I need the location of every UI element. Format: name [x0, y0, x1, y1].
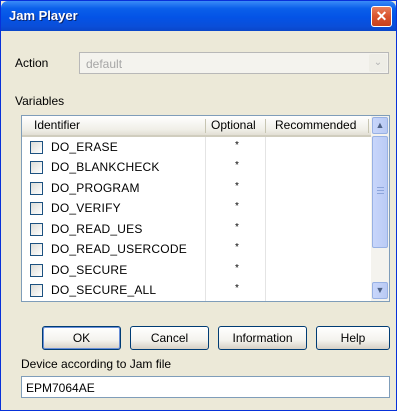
chevron-down-icon[interactable]: ⌄: [369, 54, 387, 72]
help-button[interactable]: Help: [316, 326, 390, 350]
column-divider[interactable]: [205, 119, 206, 133]
listview-header: Identifier Optional Recommended: [22, 116, 371, 137]
optional-cell: *: [235, 181, 239, 192]
row-checkbox[interactable]: [30, 202, 43, 215]
scroll-down-button[interactable]: ▼: [372, 282, 388, 299]
scroll-up-button[interactable]: ▲: [372, 117, 388, 134]
close-icon: ✕: [375, 8, 388, 24]
identifier-cell: DO_SECURE: [51, 263, 128, 277]
identifier-cell: DO_PROGRAM: [51, 181, 140, 195]
row-checkbox[interactable]: [30, 182, 43, 195]
identifier-cell: DO_SECURE_ALL: [51, 283, 157, 297]
column-identifier[interactable]: Identifier: [34, 116, 80, 135]
grip-line: [377, 190, 384, 191]
row-checkbox[interactable]: [30, 264, 43, 277]
list-item[interactable]: DO_VERIFY *: [22, 198, 371, 218]
optional-cell: *: [235, 222, 239, 233]
device-label: Device according to Jam file: [21, 357, 172, 371]
column-divider[interactable]: [265, 119, 266, 133]
identifier-cell: DO_ERASE: [51, 140, 118, 154]
grip-line: [377, 193, 384, 194]
jam-player-dialog: Jam Player ✕ Action default ⌄ Variables …: [0, 0, 397, 411]
arrow-up-icon: ▲: [375, 120, 385, 130]
row-checkbox[interactable]: [30, 141, 43, 154]
optional-cell: *: [235, 201, 239, 212]
list-item[interactable]: DO_READ_USERCODE *: [22, 239, 371, 259]
variables-label: Variables: [15, 94, 65, 108]
row-checkbox[interactable]: [30, 223, 43, 236]
identifier-cell: DO_READ_UES: [51, 222, 143, 236]
column-optional[interactable]: Optional: [211, 116, 256, 135]
column-recommended[interactable]: Recommended: [275, 116, 356, 135]
identifier-cell: DO_VERIFY: [51, 201, 121, 215]
close-button[interactable]: ✕: [371, 6, 392, 27]
row-checkbox[interactable]: [30, 243, 43, 256]
optional-cell: *: [235, 242, 239, 253]
ok-button[interactable]: OK: [42, 326, 121, 350]
title-bar[interactable]: Jam Player ✕: [1, 1, 396, 31]
list-item[interactable]: DO_PROGRAM *: [22, 178, 371, 198]
window-title: Jam Player: [9, 8, 78, 23]
list-item[interactable]: DO_READ_UES *: [22, 219, 371, 239]
action-label: Action: [15, 56, 49, 70]
optional-cell: *: [235, 283, 239, 294]
identifier-cell: DO_BLANKCHECK: [51, 160, 160, 174]
scrollbar-thumb[interactable]: [372, 136, 388, 248]
information-button[interactable]: Information: [218, 326, 307, 350]
column-divider[interactable]: [368, 119, 369, 133]
vertical-scrollbar[interactable]: ▲ ▼: [371, 116, 389, 301]
device-value: EPM7064AE: [26, 381, 95, 395]
arrow-down-icon: ▼: [375, 285, 385, 295]
row-checkbox[interactable]: [30, 284, 43, 297]
list-item[interactable]: DO_SECURE_ALL *: [22, 280, 371, 300]
list-item[interactable]: DO_SECURE *: [22, 260, 371, 280]
optional-cell: *: [235, 263, 239, 274]
action-combobox[interactable]: default ⌄: [79, 52, 389, 74]
list-item[interactable]: DO_ERASE *: [22, 137, 371, 157]
identifier-cell: DO_READ_USERCODE: [51, 242, 187, 256]
grip-line: [377, 187, 384, 188]
optional-cell: *: [235, 160, 239, 171]
action-value: default: [86, 57, 123, 71]
variables-listview[interactable]: Identifier Optional Recommended DO_ERASE…: [21, 115, 390, 302]
optional-cell: *: [235, 140, 239, 151]
list-item[interactable]: DO_BLANKCHECK *: [22, 157, 371, 177]
cancel-button[interactable]: Cancel: [130, 326, 209, 350]
row-checkbox[interactable]: [30, 161, 43, 174]
device-field[interactable]: EPM7064AE: [21, 376, 390, 398]
